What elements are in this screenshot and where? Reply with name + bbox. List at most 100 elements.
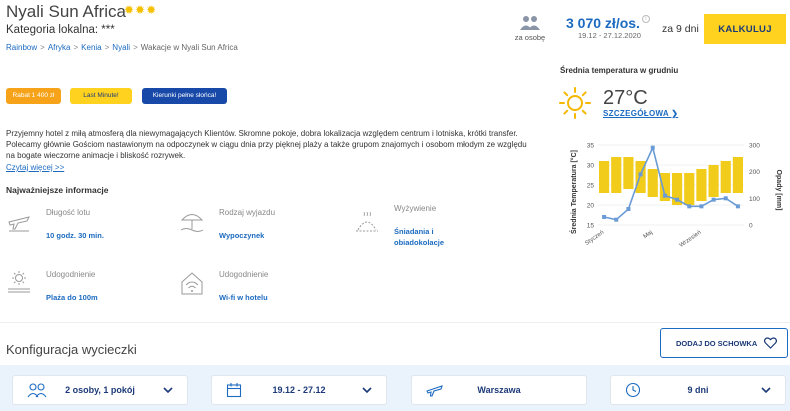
y-axis-label: Średnia Temperatura [°C] (569, 150, 578, 234)
price: 3 070 zł/os. i (566, 15, 650, 31)
read-more-link[interactable]: Czytaj więcej >> (6, 163, 64, 172)
temperature-bar (720, 161, 731, 193)
duration-select[interactable]: 9 dni (610, 375, 786, 405)
breadcrumb-separator: > (73, 43, 79, 52)
precipitation-point (699, 204, 704, 209)
temperature-bar (732, 157, 743, 193)
temperature-bar (708, 165, 719, 197)
feature-label: Rodzaj wyjazdu (219, 208, 276, 217)
breadcrumb-link[interactable]: Rainbow (6, 43, 37, 52)
y-tick-label: 15 (587, 223, 595, 230)
feature-label: Wyżywienie (394, 204, 437, 213)
y2-axis-label: Opady [mm] (775, 170, 782, 211)
sun-sea-icon (8, 271, 30, 293)
rating-stars: ✹✹✹ (124, 3, 158, 17)
dates-select-value: 19.12 - 27.12 (272, 385, 326, 395)
persons-label: za osobę (514, 33, 546, 42)
precipitation-point (662, 193, 667, 198)
clipboard-button-label: DODAJ DO SCHOWKA (676, 338, 758, 348)
temperature-bar (599, 161, 610, 193)
breadcrumb-separator: > (133, 43, 138, 52)
chevron-down-icon (761, 387, 771, 394)
climate-chart: Średnia Temperatura [°C] Opady [mm] 15 20… (569, 143, 782, 249)
key-info-title: Najważniejsze informacje (6, 185, 109, 195)
breadcrumb-separator: > (40, 43, 45, 52)
temperature-value: 27°C (603, 87, 648, 109)
x-tick-label: Styczeń (584, 230, 605, 247)
hotel-description: Przyjemny hotel z miłą atmosferą dla nie… (6, 129, 527, 160)
discount-badge: Rabat 1 400 zł (6, 88, 61, 104)
sun-icon (559, 87, 591, 119)
precipitation-point (626, 207, 631, 211)
weather-title: Średnia temperatura w grudniu (560, 66, 679, 75)
page: Nyali Sun Africa ✹✹✹ Kategoria lokalna: … (0, 0, 790, 411)
sunny-destinations-badge: Kierunki pełne słońca! (142, 88, 227, 104)
dates-select[interactable]: 19.12 - 27.12 (211, 375, 387, 405)
beach-umbrella-icon (180, 214, 204, 232)
info-icon[interactable]: i (641, 15, 650, 23)
add-to-clipboard-button[interactable]: DODAJ DO SCHOWKA (660, 328, 788, 358)
y2-tick-label: 0 (749, 223, 753, 230)
breadcrumb-link[interactable]: Nyali (112, 43, 130, 52)
y2-tick-label: 200 (749, 169, 760, 176)
precipitation-point (650, 145, 655, 150)
feature-value: Śniadania i obiadokolacje (394, 227, 445, 247)
x-tick-label: Maj (643, 230, 654, 240)
departure-select[interactable]: Warszawa (411, 375, 587, 405)
hotel-name: Nyali Sun Africa (6, 2, 126, 21)
config-title: Konfiguracja wycieczki (6, 342, 137, 357)
persons-select-value: 2 osoby, 1 pokój (65, 385, 135, 395)
breadcrumb-current: Wakacje w Nyali Sun Africa (140, 43, 238, 52)
section-divider (0, 322, 790, 323)
trip-nights: za 9 dni (662, 23, 699, 35)
y2-tick-label: 300 (749, 143, 760, 150)
precipitation-point (675, 197, 680, 202)
temperature-bar (623, 157, 634, 189)
calculate-button[interactable]: KALKULUJ (704, 14, 786, 44)
precipitation-point (614, 217, 619, 222)
x-tick-label: Wrzesień (679, 230, 703, 249)
temperature-bar (684, 173, 695, 205)
feature-label: Długość lotu (46, 208, 91, 217)
trip-dates: 19.12 - 27.12.2020 (578, 31, 641, 40)
duration-select-value: 9 dni (687, 385, 709, 395)
precipitation-point (735, 204, 740, 209)
chevron-down-icon (163, 387, 173, 394)
feature-value: Plaża do 100m (46, 293, 98, 302)
local-category: Kategoria lokalna: *** (6, 24, 115, 36)
precipitation-point (602, 215, 607, 219)
temperature-bar (611, 157, 622, 193)
breadcrumb: Rainbow > Afryka > Kenia > Nyali > Wakacje w Nya… (6, 43, 238, 52)
feature-value: 10 godz. 30 min. (46, 231, 104, 240)
wifi-icon (181, 272, 203, 295)
breadcrumb-link[interactable]: Afryka (48, 43, 71, 52)
y2-tick-label: 100 (749, 196, 760, 203)
persons-select[interactable]: 2 osoby, 1 pokój (12, 375, 188, 405)
precipitation-point (638, 172, 643, 177)
last-minute-badge: Last Minute! (70, 88, 132, 104)
people-icon (520, 16, 540, 30)
precipitation-point (723, 196, 728, 201)
feature-value: Wypoczynek (219, 231, 265, 240)
food-cloche-icon (356, 211, 378, 232)
feature-value: Wi-fi w hotelu (219, 293, 268, 302)
chevron-down-icon (362, 387, 372, 394)
y-tick-label: 35 (587, 143, 595, 150)
temperature-bar (696, 169, 707, 201)
price-value: 3 070 zł/os. (566, 15, 640, 31)
airplane-icon (8, 216, 30, 232)
feature-label: Udogodnienie (219, 270, 269, 279)
breadcrumb-link[interactable]: Kenia (81, 43, 101, 52)
departure-select-value: Warszawa (477, 385, 521, 395)
breadcrumb-separator: > (104, 43, 110, 52)
y-tick-label: 25 (587, 183, 595, 190)
temperature-bar (647, 169, 658, 197)
y-tick-label: 30 (587, 163, 595, 170)
precipitation-point (711, 197, 716, 202)
feature-label: Udogodnienie (46, 270, 96, 279)
precipitation-point (687, 204, 692, 209)
y-tick-label: 20 (587, 203, 595, 210)
weather-details-link[interactable]: SZCZEGÓŁOWA ❯ (603, 109, 678, 118)
heart-icon (764, 337, 777, 349)
persons-indicator[interactable]: za osobę (512, 15, 548, 42)
